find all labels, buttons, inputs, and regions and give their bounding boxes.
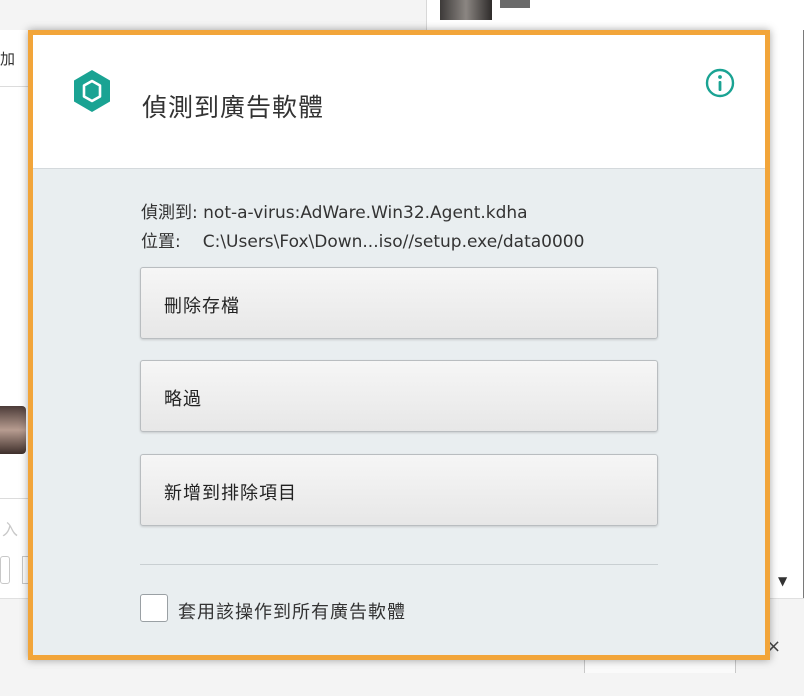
adware-detected-dialog: 偵測到廣告軟體 偵測到: not-a-virus:AdWare.Win32.Ag… [28, 30, 770, 660]
shield-icon [74, 70, 110, 112]
delete-archive-button[interactable]: 刪除存檔 [140, 267, 658, 339]
dialog-title: 偵測到廣告軟體 [142, 93, 325, 122]
background-avatar [440, 0, 492, 20]
divider [140, 564, 658, 565]
info-icon[interactable] [704, 67, 736, 99]
dialog-header: 偵測到廣告軟體 [33, 35, 765, 169]
apply-to-all-label[interactable]: 套用該操作到所有廣告軟體 [178, 598, 406, 624]
add-to-exclusions-label: 新增到排除項目 [164, 483, 297, 504]
location-value: C:\Users\Fox\Down...iso//setup.exe/data0… [202, 232, 585, 252]
scroll-down-icon[interactable]: ▼ [778, 574, 787, 588]
background-name-fragment [500, 0, 530, 8]
background-avatar-left [0, 406, 26, 454]
skip-button[interactable]: 略過 [140, 360, 658, 432]
apply-to-all-checkbox[interactable] [140, 594, 168, 622]
background-divider [0, 86, 28, 87]
detected-label: 偵測到: [141, 203, 198, 223]
location-label: 位置: [141, 232, 181, 252]
skip-label: 略過 [164, 389, 202, 410]
background-input-placeholder: 入 [2, 520, 19, 539]
background-input-line [0, 498, 28, 499]
delete-archive-label: 刪除存檔 [164, 296, 240, 317]
detected-threat-line: 偵測到: not-a-virus:AdWare.Win32.Agent.kdha [141, 198, 528, 223]
add-to-exclusions-button[interactable]: 新增到排除項目 [140, 454, 658, 526]
background-right-pane [770, 30, 803, 598]
detected-value: not-a-virus:AdWare.Win32.Agent.kdha [203, 203, 528, 223]
background-left-text: 加 [0, 50, 16, 68]
location-line: 位置: C:\Users\Fox\Down...iso//setup.exe/da… [141, 227, 584, 252]
background-button [0, 556, 10, 584]
